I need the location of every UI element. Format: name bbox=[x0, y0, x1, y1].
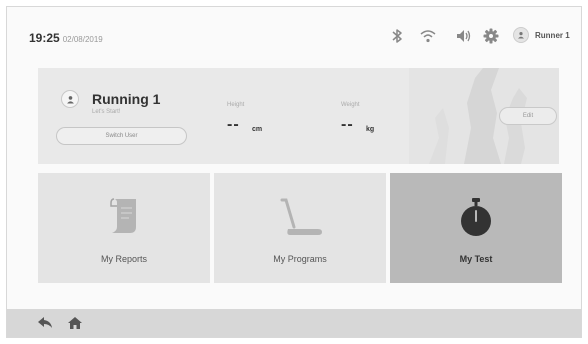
tile-my-reports[interactable]: My Reports bbox=[38, 173, 210, 283]
time-text: 19:25 bbox=[29, 31, 60, 45]
bottom-nav-bar bbox=[7, 309, 581, 337]
volume-icon[interactable] bbox=[454, 27, 472, 45]
app-screen: 19:25 02/08/2019 Runner 1 Running 1 Let'… bbox=[6, 6, 582, 338]
weight-label: Weight bbox=[341, 102, 360, 108]
treadmill-icon bbox=[280, 198, 322, 235]
tile-my-test[interactable]: My Test bbox=[390, 173, 562, 283]
settings-icon[interactable] bbox=[482, 27, 500, 45]
tile-label: My Reports bbox=[100, 254, 147, 264]
stopwatch-icon bbox=[461, 198, 491, 236]
user-menu[interactable]: Runner 1 bbox=[513, 27, 570, 43]
date-text: 02/08/2019 bbox=[62, 35, 103, 44]
tile-my-programs[interactable]: My Programs bbox=[214, 173, 386, 283]
height-unit: cm bbox=[252, 126, 263, 133]
clock: 19:25 02/08/2019 bbox=[29, 31, 103, 45]
switch-user-button[interactable]: Switch User bbox=[56, 127, 187, 145]
report-icon bbox=[110, 198, 136, 233]
tile-label: My Test bbox=[459, 254, 493, 264]
user-name: Runner 1 bbox=[535, 30, 570, 40]
weight-unit: kg bbox=[366, 126, 375, 133]
user-icon bbox=[66, 95, 74, 103]
status-bar: 19:25 02/08/2019 Runner 1 bbox=[7, 7, 581, 65]
profile-card: Running 1 Let's Start! Switch User Heigh… bbox=[38, 68, 559, 164]
wifi-icon[interactable] bbox=[419, 27, 437, 45]
edit-button[interactable]: Edit bbox=[499, 107, 557, 125]
tile-label: My Programs bbox=[273, 254, 327, 264]
weight-value: -- bbox=[341, 116, 354, 133]
back-icon[interactable] bbox=[37, 316, 53, 330]
height-label: Height bbox=[227, 102, 245, 108]
profile-avatar[interactable] bbox=[61, 90, 79, 108]
avatar-icon bbox=[513, 27, 529, 43]
height-value: -- bbox=[227, 116, 240, 133]
home-icon[interactable] bbox=[67, 316, 83, 330]
profile-name: Running 1 bbox=[92, 91, 161, 107]
profile-tagline: Let's Start! bbox=[92, 109, 121, 115]
bluetooth-icon[interactable] bbox=[388, 27, 406, 45]
